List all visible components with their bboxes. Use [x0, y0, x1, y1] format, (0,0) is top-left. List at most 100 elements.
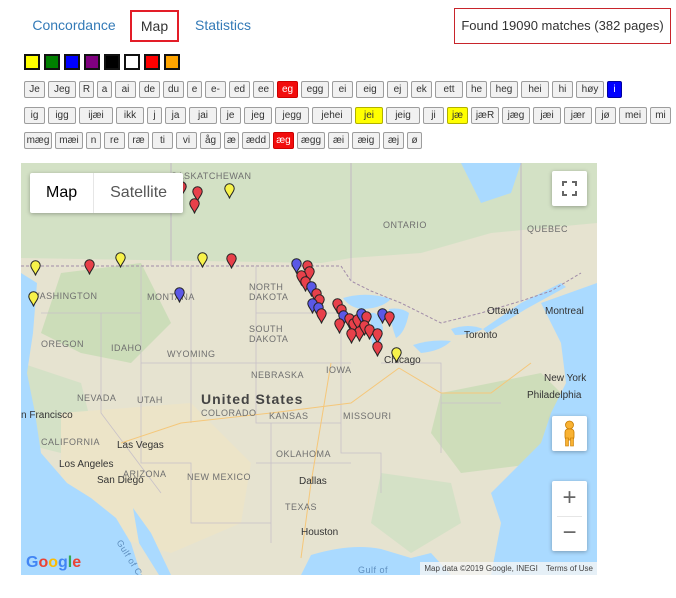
- map-label-dallas: Dallas: [299, 476, 327, 487]
- word-chip[interactable]: ek: [411, 81, 432, 98]
- color-swatch[interactable]: [124, 54, 140, 70]
- map-marker-red[interactable]: [383, 311, 395, 327]
- color-swatch[interactable]: [44, 54, 60, 70]
- word-chip[interactable]: jæi: [533, 107, 561, 124]
- word-chip[interactable]: jegg: [275, 107, 309, 124]
- word-chip[interactable]: n: [86, 132, 101, 149]
- word-chip[interactable]: ett: [435, 81, 463, 98]
- word-chip[interactable]: mæi: [55, 132, 83, 149]
- word-chip[interactable]: ej: [387, 81, 408, 98]
- map-marker-red[interactable]: [83, 259, 95, 275]
- word-chip[interactable]: je: [220, 107, 241, 124]
- map-view[interactable]: SASKATCHEWAN ONTARIO QUEBEC WASHINGTON M…: [21, 163, 597, 575]
- color-swatch[interactable]: [164, 54, 180, 70]
- word-chip[interactable]: jehei: [312, 107, 352, 124]
- word-chip[interactable]: ijæi: [79, 107, 113, 124]
- word-chip[interactable]: æ: [224, 132, 239, 149]
- word-chip[interactable]: mæg: [24, 132, 52, 149]
- word-chip[interactable]: vi: [176, 132, 197, 149]
- map-label-ottawa: Ottawa: [487, 306, 519, 317]
- word-chip[interactable]: Jeg: [48, 81, 76, 98]
- word-chip[interactable]: åg: [200, 132, 221, 149]
- word-chip[interactable]: eig: [356, 81, 384, 98]
- fullscreen-button[interactable]: [552, 171, 587, 206]
- word-chip[interactable]: jai: [189, 107, 217, 124]
- word-chip[interactable]: jei: [355, 107, 383, 124]
- word-chip[interactable]: R: [79, 81, 94, 98]
- word-chip[interactable]: æig: [352, 132, 380, 149]
- street-view-button[interactable]: [552, 416, 587, 451]
- map-label-toronto: Toronto: [464, 330, 498, 341]
- word-chip[interactable]: jæg: [502, 107, 530, 124]
- terms-of-use-link[interactable]: Terms of Use: [546, 562, 593, 575]
- word-chip[interactable]: a: [97, 81, 112, 98]
- word-chip[interactable]: jø: [595, 107, 616, 124]
- map-marker-red[interactable]: [345, 328, 357, 344]
- map-marker-red[interactable]: [315, 308, 327, 324]
- tab-concordance[interactable]: Concordance: [24, 10, 124, 42]
- word-chip[interactable]: høy: [576, 81, 604, 98]
- word-chip[interactable]: ikk: [116, 107, 144, 124]
- word-chip[interactable]: hi: [552, 81, 573, 98]
- word-chip[interactable]: jær: [564, 107, 592, 124]
- word-chip[interactable]: ai: [115, 81, 136, 98]
- word-chip[interactable]: i: [607, 81, 622, 98]
- word-chip[interactable]: ti: [152, 132, 173, 149]
- word-chip[interactable]: ig: [24, 107, 45, 124]
- word-chip[interactable]: æi: [328, 132, 349, 149]
- map-type-satellite-button[interactable]: Satellite: [93, 173, 183, 213]
- word-chip[interactable]: mei: [619, 107, 647, 124]
- word-chip[interactable]: ja: [165, 107, 186, 124]
- tab-map[interactable]: Map: [130, 10, 179, 42]
- word-chip[interactable]: ræ: [128, 132, 149, 149]
- word-chip[interactable]: mi: [650, 107, 671, 124]
- word-chip[interactable]: hei: [521, 81, 549, 98]
- word-chip[interactable]: ø: [407, 132, 422, 149]
- map-marker-yellow[interactable]: [196, 252, 208, 268]
- word-chip[interactable]: heg: [490, 81, 518, 98]
- word-chip[interactable]: jæR: [471, 107, 499, 124]
- map-marker-yellow[interactable]: [29, 260, 41, 276]
- map-marker-red[interactable]: [371, 341, 383, 357]
- map-label-los-angeles: Los Angeles: [59, 459, 114, 470]
- word-chip[interactable]: j: [147, 107, 162, 124]
- word-chip[interactable]: igg: [48, 107, 76, 124]
- word-chip[interactable]: he: [466, 81, 487, 98]
- color-swatch[interactable]: [84, 54, 100, 70]
- color-swatch[interactable]: [64, 54, 80, 70]
- map-marker-blue[interactable]: [173, 287, 185, 303]
- word-chip[interactable]: jæ: [447, 107, 468, 124]
- word-chip[interactable]: ee: [253, 81, 274, 98]
- word-chip[interactable]: re: [104, 132, 125, 149]
- word-chip[interactable]: egg: [301, 81, 329, 98]
- word-chip[interactable]: æg: [273, 132, 294, 149]
- word-chip[interactable]: du: [163, 81, 184, 98]
- word-chip[interactable]: de: [139, 81, 160, 98]
- word-chip[interactable]: eg: [277, 81, 298, 98]
- word-chip[interactable]: ei: [332, 81, 353, 98]
- map-marker-yellow[interactable]: [27, 291, 39, 307]
- word-chip[interactable]: ed: [229, 81, 250, 98]
- map-type-map-button[interactable]: Map: [30, 173, 93, 213]
- word-chip[interactable]: ægg: [297, 132, 325, 149]
- map-label-ontario: ONTARIO: [383, 220, 427, 230]
- word-chip[interactable]: e: [187, 81, 202, 98]
- zoom-in-button[interactable]: +: [552, 481, 587, 516]
- map-marker-red[interactable]: [188, 198, 200, 214]
- map-marker-red[interactable]: [225, 253, 237, 269]
- map-marker-yellow[interactable]: [223, 183, 235, 199]
- word-chip[interactable]: æj: [383, 132, 404, 149]
- word-chip[interactable]: jeg: [244, 107, 272, 124]
- tab-statistics[interactable]: Statistics: [190, 10, 256, 42]
- color-swatch[interactable]: [144, 54, 160, 70]
- color-swatch[interactable]: [24, 54, 40, 70]
- word-chip[interactable]: ji: [423, 107, 444, 124]
- word-chip[interactable]: e-: [205, 81, 226, 98]
- word-chip[interactable]: jeig: [386, 107, 420, 124]
- word-chip[interactable]: ædd: [242, 132, 270, 149]
- map-marker-yellow[interactable]: [390, 347, 402, 363]
- word-chip[interactable]: Je: [24, 81, 45, 98]
- map-marker-yellow[interactable]: [114, 252, 126, 268]
- color-swatch[interactable]: [104, 54, 120, 70]
- zoom-out-button[interactable]: −: [552, 516, 587, 551]
